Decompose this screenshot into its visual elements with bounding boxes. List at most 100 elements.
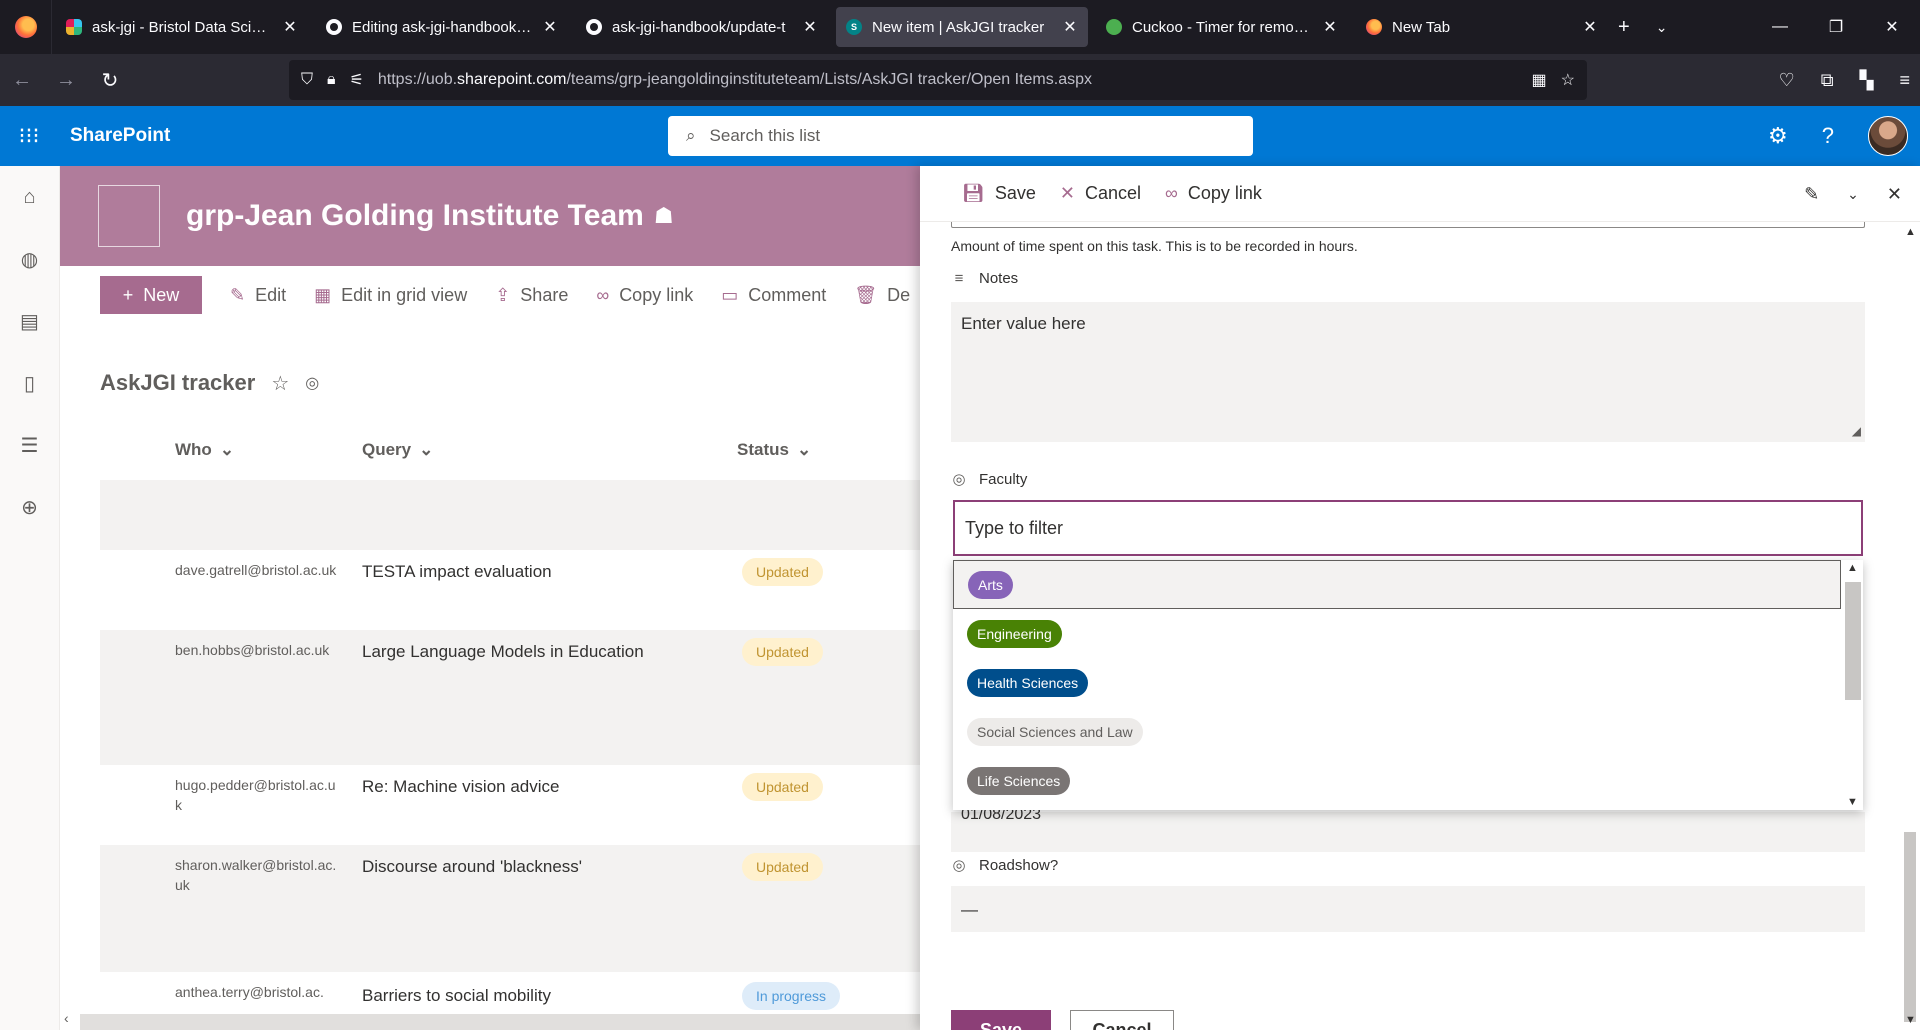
panel-vertical-scrollbar[interactable]: ▲ ▼ xyxy=(1900,222,1920,1030)
cell-query[interactable]: TESTA impact evaluation xyxy=(362,562,552,582)
close-tab-icon[interactable]: ✕ xyxy=(282,17,298,37)
tab-new-item-askjgi[interactable]: S New item | AskJGI tracker ✕ xyxy=(836,7,1088,47)
avatar[interactable] xyxy=(1868,116,1908,156)
form-save-button[interactable]: Save xyxy=(951,1010,1051,1030)
resize-grip-icon[interactable]: ◢ xyxy=(1852,424,1861,438)
extensions-icon[interactable]: ⧉ xyxy=(1821,70,1834,91)
list-tabs-chevron-icon[interactable]: ⌄ xyxy=(1656,19,1668,36)
favorite-star-icon[interactable]: ☆ xyxy=(271,371,289,396)
lists-icon[interactable]: ☰ xyxy=(0,414,59,476)
table-row[interactable]: dave.gatrell@bristol.ac.uk TESTA impact … xyxy=(100,550,920,630)
cell-query[interactable]: Re: Machine vision advice xyxy=(362,777,559,797)
faculty-option-health-sciences[interactable]: Health Sciences xyxy=(953,658,1841,707)
faculty-option-social-sciences-law[interactable]: Social Sciences and Law xyxy=(953,707,1841,756)
date-field[interactable]: 01/08/2023 xyxy=(951,806,1865,852)
globe-icon[interactable]: ◍ xyxy=(0,228,59,290)
edit-grid-view-button[interactable]: ▦ Edit in grid view xyxy=(314,285,467,306)
new-item-button[interactable]: + New xyxy=(100,276,202,314)
restore-icon[interactable]: ❐ xyxy=(1808,17,1864,37)
edit-button[interactable]: ✎ Edit xyxy=(230,285,286,306)
home-icon[interactable]: ⌂ xyxy=(0,166,59,228)
scrollbar-thumb[interactable] xyxy=(80,1014,946,1030)
close-window-icon[interactable]: ✕ xyxy=(1864,17,1920,37)
app-menu-icon[interactable]: ≡ xyxy=(1899,70,1910,91)
roadshow-field[interactable]: — xyxy=(951,886,1865,932)
tab-editing-handbook[interactable]: Editing ask-jgi-handbook/upd ✕ xyxy=(316,7,568,47)
help-icon[interactable]: ? xyxy=(1822,123,1834,149)
column-header-status[interactable]: Status ⌄ xyxy=(737,440,811,460)
scroll-left-arrow-icon[interactable]: ‹ xyxy=(64,1010,69,1026)
create-plus-icon[interactable]: ⊕ xyxy=(0,476,59,538)
table-row[interactable]: ben.hobbs@bristol.ac.uk Large Language M… xyxy=(100,630,920,765)
scroll-down-arrow-icon[interactable]: ▼ xyxy=(1847,796,1858,808)
tab-cuckoo[interactable]: Cuckoo - Timer for remote t ✕ xyxy=(1096,7,1348,47)
files-icon[interactable]: ▯ xyxy=(0,352,59,414)
close-tab-icon[interactable]: ✕ xyxy=(802,17,818,37)
table-row[interactable] xyxy=(100,480,920,550)
notes-textarea[interactable]: Enter value here ◢ xyxy=(951,302,1865,442)
shield-icon[interactable]: ⛉ xyxy=(301,71,313,89)
close-panel-icon[interactable]: ✕ xyxy=(1887,184,1902,205)
dropdown-scrollbar-thumb[interactable] xyxy=(1845,582,1861,700)
time-spent-field[interactable] xyxy=(951,222,1865,228)
table-row[interactable]: sharon.walker@bristol.ac.uk Discourse ar… xyxy=(100,845,920,972)
comment-button[interactable]: ▭ Comment xyxy=(721,285,826,306)
panel-copy-link-command[interactable]: ∞ Copy link xyxy=(1165,183,1262,204)
list-status-check-icon[interactable]: ◎ xyxy=(305,373,319,393)
table-row[interactable]: hugo.pedder@bristol.ac.uk Re: Machine vi… xyxy=(100,765,920,845)
edit-form-icon[interactable]: ✎ xyxy=(1804,184,1819,205)
chevron-down-icon[interactable]: ⌄ xyxy=(1847,186,1859,203)
url-text[interactable]: https://uob.sharepoint.com/teams/grp-jea… xyxy=(378,71,1518,89)
panel-scrollbar-thumb[interactable] xyxy=(1904,832,1916,1022)
site-logo[interactable] xyxy=(98,185,160,247)
sharepoint-brand[interactable]: SharePoint xyxy=(70,125,170,147)
scroll-up-arrow-icon[interactable]: ▲ xyxy=(1905,226,1916,238)
qr-code-icon[interactable]: ▦ xyxy=(1532,70,1547,90)
delete-button[interactable]: 🗑︎ De xyxy=(854,285,910,306)
site-title[interactable]: grp-Jean Golding Institute Team xyxy=(186,199,644,233)
close-tab-icon[interactable]: ✕ xyxy=(1062,17,1078,37)
forward-arrow-icon[interactable]: → xyxy=(44,69,88,92)
faculty-option-life-sciences[interactable]: Life Sciences xyxy=(953,756,1841,805)
back-arrow-icon[interactable]: ← xyxy=(0,69,44,92)
cell-query[interactable]: Discourse around 'blackness' xyxy=(362,857,582,877)
address-bar[interactable]: ⛉ 🔒︎ ⚟ https://uob.sharepoint.com/teams/… xyxy=(289,60,1587,100)
list-horizontal-scrollbar[interactable]: ‹ xyxy=(60,1010,946,1030)
share-button[interactable]: ⇪ Share xyxy=(495,285,568,306)
close-tab-icon[interactable]: ✕ xyxy=(542,17,558,37)
faculty-option-engineering[interactable]: Engineering xyxy=(953,609,1841,658)
column-header-who[interactable]: Who ⌄ xyxy=(175,440,234,460)
bookmark-star-icon[interactable]: ☆ xyxy=(1561,70,1575,90)
faculty-filter-input[interactable]: Type to filter xyxy=(953,500,1863,556)
minimize-icon[interactable]: — xyxy=(1752,18,1808,36)
close-tab-icon[interactable]: ✕ xyxy=(1322,17,1338,37)
tab-ask-jgi-slack[interactable]: ask-jgi - Bristol Data Science ✕ xyxy=(56,7,308,47)
teams-icon[interactable]: ☗ xyxy=(654,203,674,229)
pocket-icon[interactable]: ♡ xyxy=(1779,70,1795,91)
faculty-option-arts[interactable]: Arts xyxy=(953,560,1841,609)
scroll-down-arrow-icon[interactable]: ▼ xyxy=(1905,1014,1916,1026)
app-launcher-icon[interactable]: ⁝⁝⁝ xyxy=(0,123,58,149)
reload-icon[interactable]: ↻ xyxy=(88,68,132,93)
form-cancel-button[interactable]: Cancel xyxy=(1070,1010,1174,1030)
list-title-text[interactable]: AskJGI tracker xyxy=(100,370,255,396)
panel-cancel-command[interactable]: ✕ Cancel xyxy=(1060,183,1141,204)
dropdown-scrollbar[interactable]: ▲ ▼ xyxy=(1843,560,1863,810)
panel-save-command[interactable]: 💾︎ Save xyxy=(962,183,1036,204)
permissions-icon[interactable]: ⚟ xyxy=(350,70,364,90)
search-list-input[interactable]: ⌕ Search this list xyxy=(668,116,1253,156)
cell-query[interactable]: Large Language Models in Education xyxy=(362,642,644,662)
tab-handbook-update[interactable]: ask-jgi-handbook/update-t ✕ xyxy=(576,7,828,47)
firefox-menu-button[interactable] xyxy=(0,0,52,54)
cell-query[interactable]: Barriers to social mobility xyxy=(362,986,551,1006)
news-icon[interactable]: ▤ xyxy=(0,290,59,352)
close-tab-icon[interactable]: ✕ xyxy=(1582,17,1598,37)
new-tab-plus-icon[interactable]: + xyxy=(1618,16,1630,39)
containers-icon[interactable]: ▚ xyxy=(1860,70,1874,91)
scroll-up-arrow-icon[interactable]: ▲ xyxy=(1847,562,1858,574)
column-header-query[interactable]: Query ⌄ xyxy=(362,440,433,460)
copy-link-button[interactable]: ∞ Copy link xyxy=(596,285,693,306)
settings-gear-icon[interactable]: ⚙ xyxy=(1768,123,1788,149)
lock-icon[interactable]: 🔒︎ xyxy=(327,71,336,89)
tab-new-tab[interactable]: New Tab ✕ xyxy=(1356,7,1608,47)
